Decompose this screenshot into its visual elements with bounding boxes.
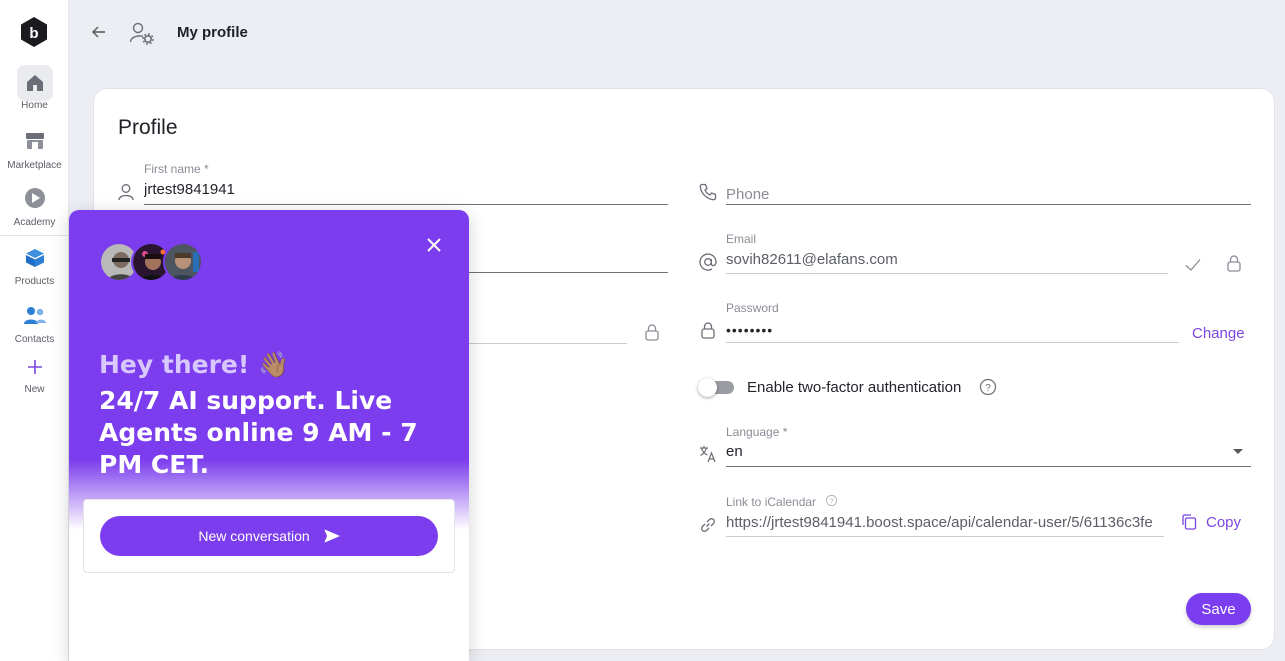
email-underline [726,273,1168,274]
link-icon [701,518,715,532]
close-icon[interactable] [424,235,444,255]
box-icon [17,242,53,274]
password-label: Password [726,301,779,315]
sidebar-divider [0,235,69,236]
phone-icon [699,183,717,201]
avatar [163,242,203,282]
sidebar-item-products[interactable]: Products [0,242,69,287]
sidebar-item-label: Marketplace [7,160,62,171]
lock-icon [701,322,715,339]
copy-button[interactable]: Copy [1180,511,1241,533]
sidebar-item-new[interactable]: New [0,354,69,395]
copy-label: Copy [1206,513,1242,531]
language-label: Language * [726,425,788,439]
first-name-field[interactable]: jrtest9841941 [144,181,664,198]
profile-section-title: Profile [118,116,178,139]
sidebar-item-home[interactable]: Home [0,65,69,111]
help-icon[interactable]: ? [825,494,838,507]
password-field[interactable]: •••••••• [726,322,1166,338]
chevron-down-icon[interactable] [1233,449,1243,454]
lock-icon [1227,255,1241,272]
first-name-underline [144,204,668,205]
svg-text:b: b [29,25,38,42]
chat-greeting: Hey there! 👋🏽 [99,350,290,379]
check-icon [1185,259,1201,271]
email-field[interactable]: sovih82611@elafans.com [726,251,1166,268]
support-chat-popup: Hey there! 👋🏽 24/7 AI support. Live Agen… [69,210,469,661]
sidebar-item-label: Contacts [14,334,55,345]
sidebar-item-label: Products [14,276,55,287]
save-button[interactable]: Save [1186,593,1251,625]
phone-underline [726,204,1251,205]
new-conversation-card: New conversation [83,499,455,573]
toggle-knob [698,378,717,397]
locked-field-underline [469,343,627,344]
boost-logo-icon[interactable]: b [19,16,49,48]
language-underline [726,466,1251,467]
change-password-button[interactable]: Change [1192,325,1245,342]
back-arrow-icon[interactable] [90,23,108,41]
last-name-underline [469,272,668,273]
at-sign-icon [699,253,717,271]
phone-input[interactable] [726,184,1246,204]
language-select[interactable]: en [726,443,1206,460]
icalendar-underline [726,536,1164,537]
icalendar-label: Link to iCalendar [726,495,817,509]
svg-text:?: ? [985,383,991,394]
sidebar-item-academy[interactable]: Academy [0,181,69,228]
sidebar-item-label: Home [21,100,48,111]
sidebar-item-label: New [24,384,45,395]
icalendar-link-field[interactable]: https://jrtest9841941.boost.space/api/ca… [726,514,1164,531]
copy-icon [1182,514,1197,530]
sidebar-item-contacts[interactable]: Contacts [0,300,69,345]
store-icon [17,124,53,158]
left-sidebar: b Home Marketplace Academy Products Cont… [0,0,69,661]
two-factor-label: Enable two-factor authentication [747,379,962,396]
person-icon [118,184,134,201]
people-icon [17,300,53,332]
svg-text:?: ? [829,496,833,505]
password-underline [726,342,1179,343]
new-conversation-label: New conversation [198,528,310,544]
email-label: Email [726,232,757,246]
new-conversation-button[interactable]: New conversation [100,516,438,556]
plus-icon [17,354,53,380]
lock-icon [645,324,659,341]
play-icon [17,181,53,215]
first-name-label: First name * [144,162,209,176]
sidebar-item-marketplace[interactable]: Marketplace [0,124,69,171]
send-icon [324,529,340,543]
page-title: My profile [177,24,248,41]
translate-icon [700,446,716,463]
two-factor-toggle[interactable] [698,378,736,397]
user-settings-icon [129,22,154,45]
help-icon[interactable]: ? [978,377,998,397]
home-icon [16,65,53,101]
sidebar-item-label: Academy [13,217,56,228]
chat-tagline: 24/7 AI support. Live Agents online 9 AM… [99,386,418,479]
